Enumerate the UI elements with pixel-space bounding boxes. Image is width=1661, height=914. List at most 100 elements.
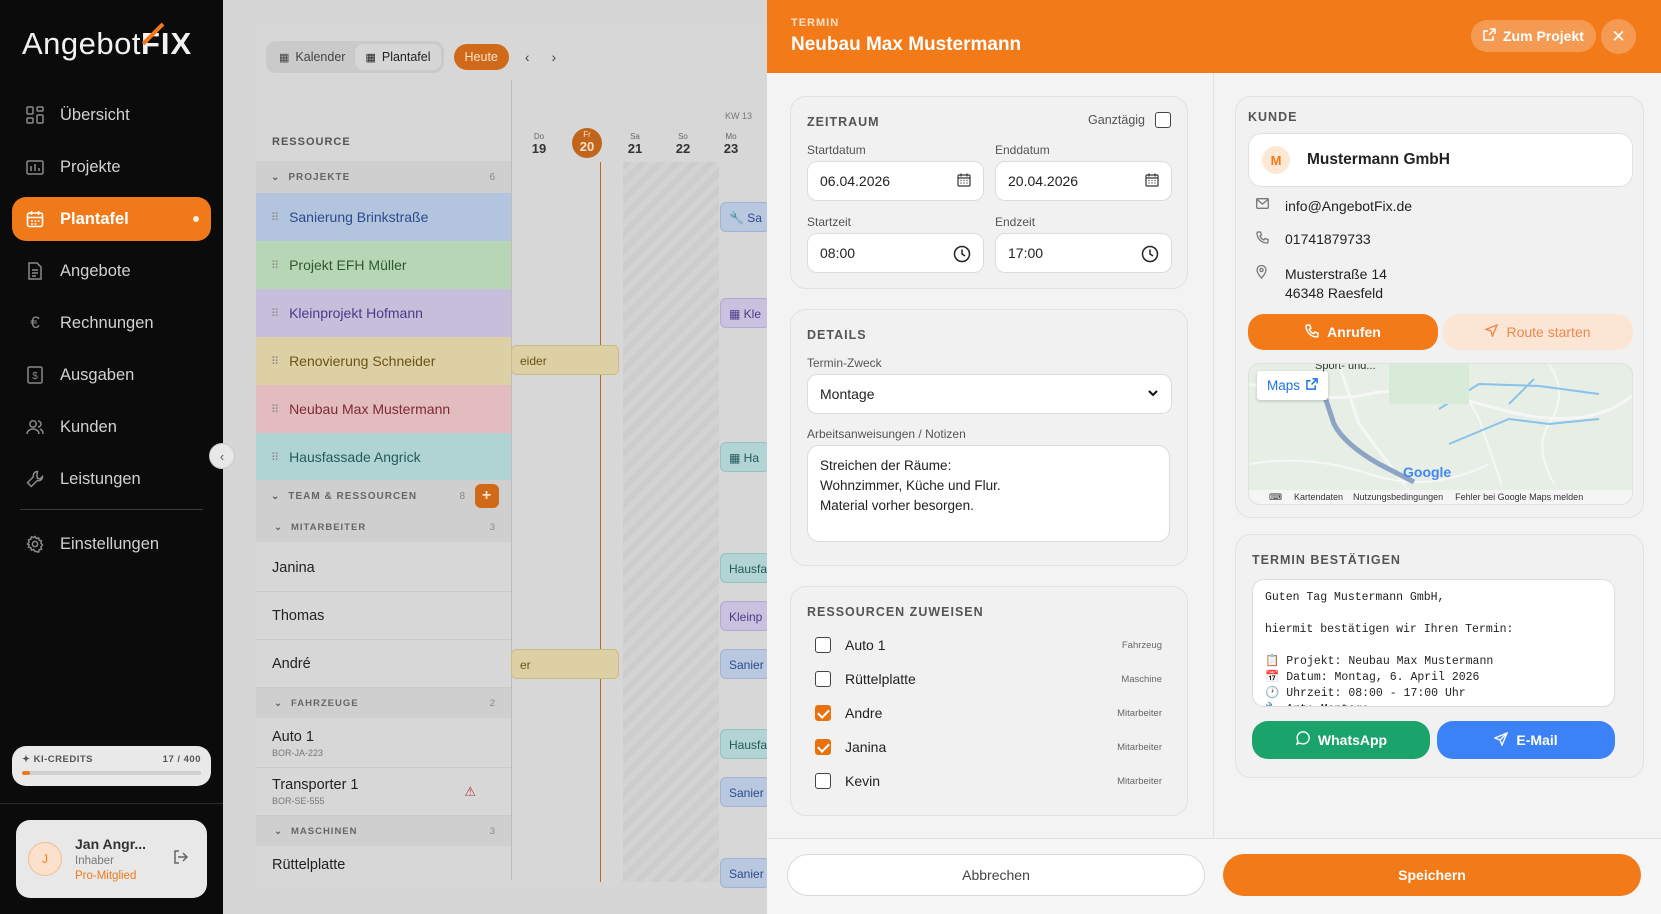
logout-icon[interactable] (173, 849, 189, 870)
nav-item-angebote[interactable]: Angebote (12, 249, 211, 293)
event-bar[interactable]: Hausfa (720, 729, 770, 759)
notizen-textarea[interactable]: Streichen der Räume: Wohnzimmer, Küche u… (807, 445, 1170, 542)
drag-handle-icon[interactable]: ⠿ (271, 259, 279, 272)
nav-label: Einstellungen (60, 534, 160, 553)
resource-row-machine[interactable]: Rüttelplatte (256, 848, 511, 882)
event-bar[interactable]: ▦ Ha (720, 442, 770, 472)
next-button[interactable]: › (552, 49, 557, 65)
email-button[interactable]: E-Mail (1437, 721, 1615, 759)
map-widget[interactable]: Maps Sport- und... Google ⌨ Kartendaten … (1248, 363, 1633, 505)
today-button[interactable]: Heute (453, 44, 509, 70)
resource-checkbox[interactable] (815, 637, 831, 653)
details-heading: DETAILS (807, 328, 867, 342)
add-resource-button[interactable]: + (475, 484, 499, 508)
ganztaegig-checkbox[interactable] (1155, 112, 1171, 128)
prev-button[interactable]: ‹ (525, 49, 530, 65)
termin-zweck-select[interactable]: Montage (807, 374, 1172, 414)
kartendaten-link[interactable]: Kartendaten (1294, 492, 1343, 502)
ki-credits-widget[interactable]: ✦ KI-CREDITS 17 / 400 (12, 746, 211, 786)
nav-item-projekte[interactable]: Projekte (12, 145, 211, 189)
nav-item-leistungen[interactable]: Leistungen (12, 457, 211, 501)
resource-checkbox-checked[interactable] (815, 705, 831, 721)
startdatum-field[interactable]: 06.04.2026 (807, 161, 984, 201)
drag-handle-icon[interactable]: ⠿ (271, 355, 279, 368)
resource-checkbox[interactable] (815, 773, 831, 789)
nav-item-uebersicht[interactable]: Übersicht (12, 93, 211, 137)
calendar-icon: ▦ (279, 51, 290, 64)
endzeit-field[interactable]: 17:00 (995, 233, 1172, 273)
event-bar[interactable]: Kleinp (720, 601, 770, 631)
sparkle-icon: ✦ (22, 754, 34, 765)
startzeit-field[interactable]: 08:00 (807, 233, 984, 273)
resource-option-janina[interactable]: Janina Mitarbeiter (815, 730, 1166, 764)
kunde-address[interactable]: Musterstraße 14 46348 Raesfeld (1256, 264, 1387, 303)
kunde-email[interactable]: info@AngebotFix.de (1256, 198, 1412, 214)
ganztaegig-toggle[interactable]: Ganztägig (1088, 112, 1171, 128)
resource-row-vehicle[interactable]: Transporter 1 BOR-SE-555 ⚠ (256, 768, 511, 816)
fehler-melden-link[interactable]: Fehler bei Google Maps melden (1455, 492, 1583, 502)
project-row[interactable]: ⠿ Renovierung Schneider (256, 337, 511, 385)
project-row[interactable]: ⠿ Hausfassade Angrick (256, 433, 511, 481)
resource-row-person[interactable]: Janina (256, 544, 511, 592)
section-team-ressourcen[interactable]: ⌄ TEAM & RESSOURCEN 8 + (256, 480, 511, 512)
event-bar[interactable]: eider (511, 345, 619, 375)
speichern-button[interactable]: Speichern (1223, 854, 1641, 896)
event-bar[interactable]: ▦ Kle (720, 298, 770, 328)
drag-handle-icon[interactable]: ⠿ (271, 403, 279, 416)
kunde-phone[interactable]: 01741879733 (1256, 231, 1371, 247)
event-bar[interactable]: er (511, 649, 619, 679)
event-bar[interactable]: 🔧 Sa (720, 202, 770, 232)
app-logo[interactable]: AngebotFIX (22, 26, 192, 62)
maps-link[interactable]: Maps (1257, 371, 1329, 400)
route-starten-button[interactable]: Route starten (1443, 314, 1633, 350)
event-bar[interactable]: Sanier (720, 649, 770, 679)
sidebar-collapse-button[interactable]: ‹ (209, 443, 235, 469)
bestaetigung-message[interactable]: Guten Tag Mustermann GmbH, hiermit bestä… (1252, 579, 1615, 707)
whatsapp-button[interactable]: WhatsApp (1252, 721, 1430, 759)
project-row[interactable]: ⠿ Neubau Max Mustermann (256, 385, 511, 433)
nav-item-kunden[interactable]: Kunden (12, 405, 211, 449)
resource-option-kevin[interactable]: Kevin Mitarbeiter (815, 764, 1166, 798)
nav-item-einstellungen[interactable]: Einstellungen (12, 522, 211, 566)
nav-item-plantafel[interactable]: Plantafel (12, 197, 211, 241)
drag-handle-icon[interactable]: ⠿ (271, 307, 279, 320)
resource-checkbox-checked[interactable] (815, 739, 831, 755)
anrufen-button[interactable]: Anrufen (1248, 314, 1438, 350)
kunde-avatar: M (1262, 146, 1290, 174)
resource-option-andre[interactable]: Andre Mitarbeiter (815, 696, 1166, 730)
section-fahrzeuge[interactable]: ⌄ FAHRZEUGE 2 (256, 688, 511, 718)
user-card[interactable]: J Jan Angr... Inhaber Pro-Mitglied (16, 820, 207, 898)
project-row[interactable]: ⠿ Kleinprojekt Hofmann (256, 289, 511, 337)
enddatum-field[interactable]: 20.04.2026 (995, 161, 1172, 201)
keyboard-icon[interactable]: ⌨ (1269, 492, 1282, 503)
resource-checkbox[interactable] (815, 671, 831, 687)
event-bar[interactable]: Sanier (720, 858, 770, 888)
zum-projekt-button[interactable]: Zum Projekt (1471, 20, 1596, 52)
resource-row-person[interactable]: André (256, 640, 511, 688)
abbrechen-button[interactable]: Abbrechen (787, 854, 1205, 896)
resource-row-vehicle[interactable]: Auto 1 BOR-JA-223 (256, 720, 511, 768)
resource-option-auto-1[interactable]: Auto 1 Fahrzeug (815, 628, 1166, 662)
section-mitarbeiter[interactable]: ⌄ MITARBEITER 3 (256, 512, 511, 542)
drag-handle-icon[interactable]: ⠿ (271, 451, 279, 464)
close-button[interactable]: ✕ (1601, 19, 1636, 54)
resource-row-person[interactable]: Thomas (256, 592, 511, 640)
nav-item-ausgaben[interactable]: $ Ausgaben (12, 353, 211, 397)
section-projekte[interactable]: ⌄ PROJEKTE 6 (256, 161, 511, 193)
nav-label: Übersicht (60, 105, 130, 124)
view-plantafel-button[interactable]: ▦ Plantafel (355, 44, 441, 70)
resource-option-ruettelplatte[interactable]: Rüttelplatte Maschine (815, 662, 1166, 696)
drag-handle-icon[interactable]: ⠿ (271, 211, 279, 224)
nutzungsbedingungen-link[interactable]: Nutzungsbedingungen (1353, 492, 1443, 502)
project-row[interactable]: ⠿ Sanierung Brinkstraße (256, 193, 511, 241)
wrench-icon (25, 469, 45, 489)
project-row[interactable]: ⠿ Projekt EFH Müller (256, 241, 511, 289)
view-kalender-button[interactable]: ▦ Kalender (269, 44, 355, 70)
event-bar[interactable]: Hausfa (720, 553, 770, 583)
event-bar[interactable]: Sanier (720, 777, 770, 807)
clock-icon (1141, 245, 1159, 266)
section-maschinen[interactable]: ⌄ MASCHINEN 3 (256, 816, 511, 846)
nav-item-rechnungen[interactable]: € Rechnungen (12, 301, 211, 345)
map-attribution: ⌨ Kartendaten Nutzungsbedingungen Fehler… (1249, 490, 1632, 504)
kunde-name-box[interactable]: M Mustermann GmbH (1248, 133, 1633, 187)
